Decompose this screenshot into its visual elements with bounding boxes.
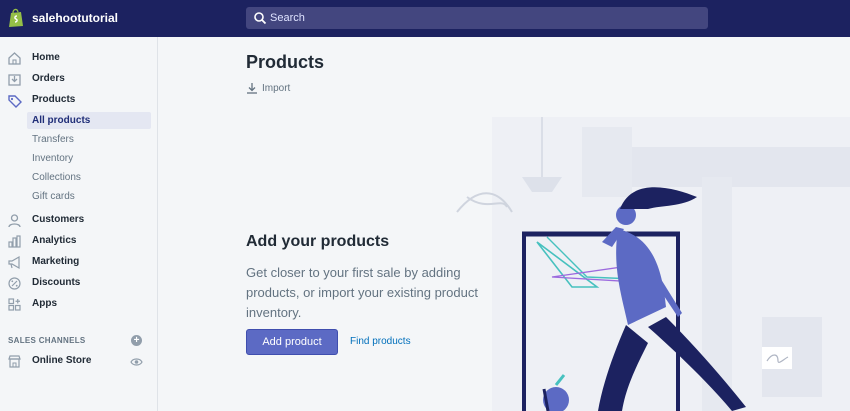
sidebar-item-apps[interactable]: Apps bbox=[0, 294, 157, 315]
sidebar-subitem-inventory[interactable]: Inventory bbox=[0, 150, 157, 167]
view-store-eye-icon[interactable] bbox=[130, 357, 143, 367]
sidebar-item-label: Discounts bbox=[32, 277, 81, 288]
sidebar-item-discounts[interactable]: Discounts bbox=[0, 273, 157, 294]
apps-icon bbox=[8, 298, 21, 311]
page-title: Products bbox=[246, 52, 325, 72]
sidebar-item-label: Analytics bbox=[32, 235, 77, 246]
sidebar-subitem-label: Inventory bbox=[32, 153, 74, 164]
discount-icon bbox=[8, 277, 21, 290]
add-channel-button[interactable]: + bbox=[131, 335, 142, 346]
search-icon bbox=[254, 12, 267, 25]
sidebar-item-label: Products bbox=[32, 94, 76, 105]
sidebar-subitem-label: Collections bbox=[32, 172, 81, 183]
sidebar-item-analytics[interactable]: Analytics bbox=[0, 231, 157, 252]
sidebar-item-label: Home bbox=[32, 52, 60, 63]
main-content: Products Import Add your products Get cl… bbox=[158, 37, 850, 411]
sidebar-item-label: Online Store bbox=[32, 355, 92, 366]
sidebar-subitem-label: Gift cards bbox=[32, 191, 75, 202]
orders-icon bbox=[8, 74, 21, 86]
shopify-bag-icon[interactable] bbox=[8, 8, 24, 28]
store-name[interactable]: salehootutorial bbox=[32, 11, 118, 25]
megaphone-icon bbox=[8, 255, 20, 270]
store-icon bbox=[8, 355, 21, 368]
empty-state-body: Get closer to your first sale by adding … bbox=[246, 265, 478, 320]
top-bar: salehootutorial Search bbox=[0, 0, 850, 37]
sidebar-subitem-transfers[interactable]: Transfers bbox=[0, 131, 157, 148]
sidebar-subitem-all-products[interactable]: All products bbox=[0, 112, 157, 129]
sidebar-item-marketing[interactable]: Marketing bbox=[0, 252, 157, 273]
sidebar-subitem-gift-cards[interactable]: Gift cards bbox=[0, 188, 157, 205]
sidebar-subitem-label: All products bbox=[32, 115, 91, 126]
sidebar-item-customers[interactable]: Customers bbox=[0, 210, 157, 231]
tag-icon bbox=[8, 95, 22, 108]
search-input[interactable]: Search bbox=[270, 12, 305, 24]
sidebar-item-label: Marketing bbox=[32, 256, 80, 267]
sidebar-item-label: Customers bbox=[32, 214, 85, 225]
bar-chart-icon bbox=[8, 235, 21, 248]
sidebar-item-label: Orders bbox=[32, 73, 65, 84]
add-product-button[interactable]: Add product bbox=[246, 329, 338, 355]
sales-channels-title: SALES CHANNELS bbox=[8, 336, 86, 345]
find-products-link[interactable]: Find products bbox=[350, 336, 411, 347]
sidebar-item-products[interactable]: Products bbox=[0, 90, 157, 111]
sidebar-item-orders[interactable]: Orders bbox=[0, 69, 157, 90]
empty-state-title: Add your products bbox=[246, 233, 390, 250]
download-icon bbox=[247, 83, 257, 94]
import-label: Import bbox=[262, 83, 291, 94]
sidebar: Home Orders Products All products Transf… bbox=[0, 37, 158, 411]
sidebar-subitem-collections[interactable]: Collections bbox=[0, 169, 157, 186]
person-icon bbox=[8, 214, 21, 228]
sidebar-item-home[interactable]: Home bbox=[0, 48, 157, 69]
search-bar[interactable]: Search bbox=[246, 7, 708, 29]
empty-state-illustration bbox=[456, 117, 850, 411]
sidebar-item-label: Apps bbox=[32, 298, 57, 309]
home-icon bbox=[8, 52, 21, 65]
sidebar-subitem-label: Transfers bbox=[32, 134, 74, 145]
